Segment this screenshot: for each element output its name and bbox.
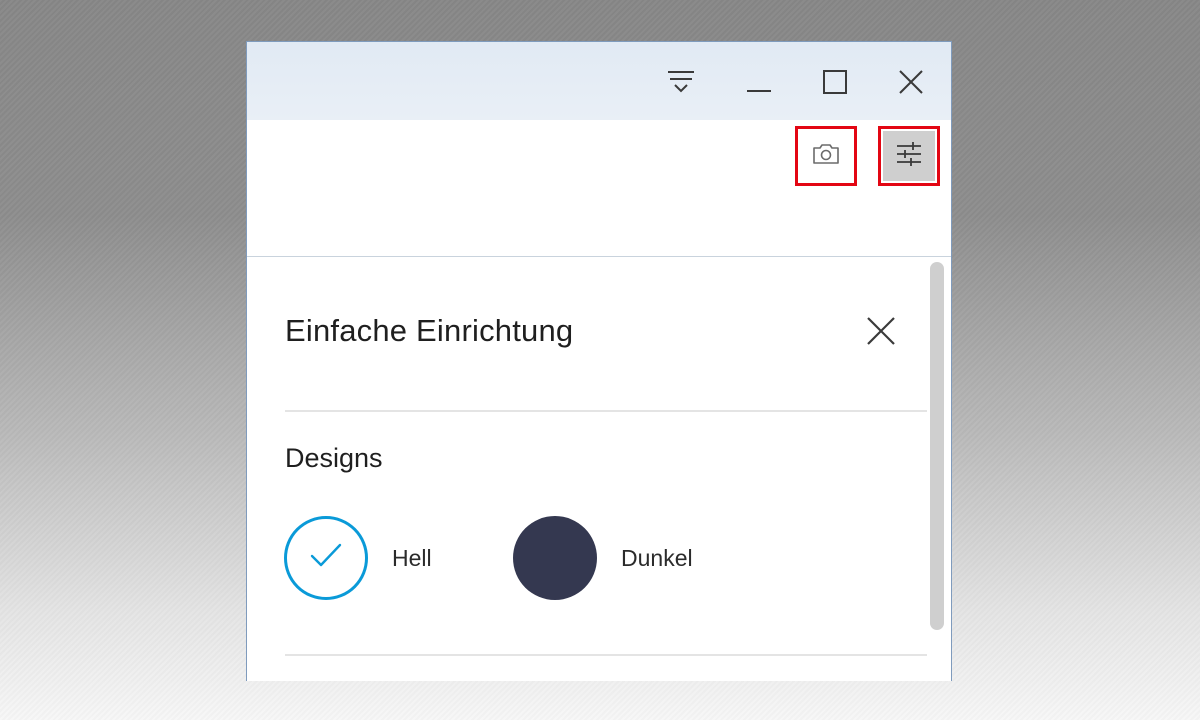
setup-panel: Einfache Einrichtung Designs Hell Dunkel — [247, 257, 951, 681]
panel-title: Einfache Einrichtung — [285, 313, 574, 348]
minimize-icon — [746, 69, 772, 95]
settings-button-face — [883, 131, 935, 181]
designs-heading: Designs — [285, 443, 383, 473]
close-icon — [898, 69, 924, 95]
theme-swatch-light — [284, 516, 368, 600]
maximize-icon — [822, 69, 848, 95]
filter-icon — [667, 69, 695, 95]
theme-label-dark: Dunkel — [621, 544, 693, 571]
panel-close-button[interactable] — [859, 311, 903, 355]
checkmark-icon — [310, 543, 342, 574]
theme-label-light: Hell — [392, 544, 432, 571]
settings-sliders-icon — [896, 141, 922, 171]
divider — [285, 654, 927, 656]
close-icon — [866, 316, 896, 351]
filter-button[interactable] — [659, 60, 703, 104]
camera-icon — [811, 142, 841, 171]
theme-option-light[interactable]: Hell — [284, 515, 432, 601]
close-window-button[interactable] — [889, 60, 933, 104]
divider — [285, 410, 927, 412]
settings-button[interactable] — [878, 126, 940, 186]
maximize-button[interactable] — [813, 60, 857, 104]
camera-button[interactable] — [795, 126, 857, 186]
minimize-button[interactable] — [737, 60, 781, 104]
toolbar — [247, 120, 951, 257]
title-bar — [247, 42, 951, 120]
app-window: Einfache Einrichtung Designs Hell Dunkel — [246, 41, 952, 681]
scrollbar-thumb[interactable] — [930, 262, 944, 630]
theme-swatch-dark — [513, 516, 597, 600]
theme-option-dark[interactable]: Dunkel — [513, 515, 693, 601]
